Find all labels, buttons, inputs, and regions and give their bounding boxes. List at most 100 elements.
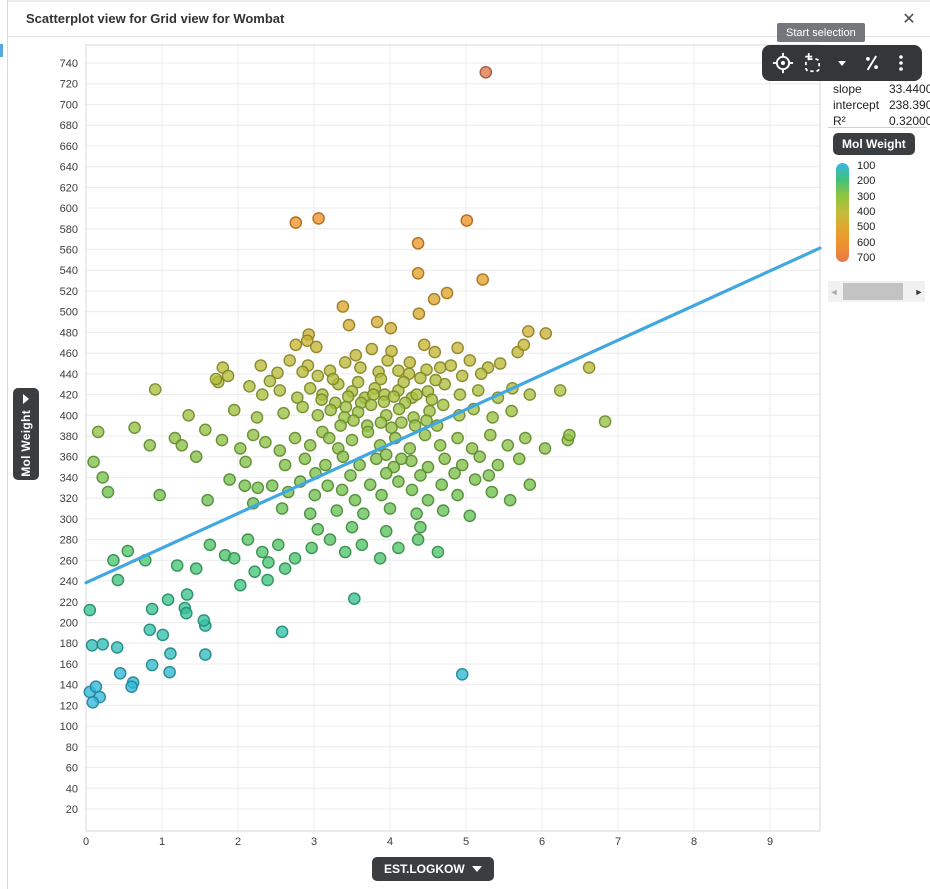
scatter-point[interactable]: [384, 503, 395, 514]
scatter-point[interactable]: [584, 362, 595, 373]
scatter-point[interactable]: [461, 215, 472, 226]
scatter-point[interactable]: [284, 355, 295, 366]
scatter-point[interactable]: [358, 508, 369, 519]
scatter-point[interactable]: [487, 412, 498, 423]
scatter-point[interactable]: [350, 350, 361, 361]
scatter-point[interactable]: [404, 357, 415, 368]
scatter-point[interactable]: [372, 316, 383, 327]
scatter-point[interactable]: [126, 681, 137, 692]
scatter-point[interactable]: [87, 697, 98, 708]
scatter-point[interactable]: [435, 440, 446, 451]
scatter-point[interactable]: [439, 453, 450, 464]
scatter-point[interactable]: [182, 589, 193, 600]
scatter-point[interactable]: [452, 433, 463, 444]
scatter-point[interactable]: [322, 480, 333, 491]
scatter-point[interactable]: [564, 429, 575, 440]
scatter-point[interactable]: [312, 370, 323, 381]
scatter-point[interactable]: [297, 401, 308, 412]
close-icon[interactable]: ✕: [898, 9, 920, 31]
scatter-point[interactable]: [413, 268, 424, 279]
scatter-point[interactable]: [274, 385, 285, 396]
scatter-point[interactable]: [485, 429, 496, 440]
scatter-point[interactable]: [349, 495, 360, 506]
scatter-point[interactable]: [280, 563, 291, 574]
scatter-point[interactable]: [257, 389, 268, 400]
scatter-point[interactable]: [144, 440, 155, 451]
scatter-point[interactable]: [426, 394, 437, 405]
scatter-point[interactable]: [413, 308, 424, 319]
scatter-point[interactable]: [172, 560, 183, 571]
scatter-point[interactable]: [335, 420, 346, 431]
scatter-point[interactable]: [473, 385, 484, 396]
scatter-point[interactable]: [144, 624, 155, 635]
scatter-point[interactable]: [483, 470, 494, 481]
scatter-point[interactable]: [346, 522, 357, 533]
scrollbar-track[interactable]: [840, 281, 913, 302]
scatter-point[interactable]: [324, 433, 335, 444]
scatter-point[interactable]: [422, 495, 433, 506]
scatter-point[interactable]: [477, 274, 488, 285]
scatter-point[interactable]: [191, 451, 202, 462]
target-icon[interactable]: [771, 51, 795, 75]
y-axis-button[interactable]: Mol Weight: [13, 388, 39, 480]
scatter-point[interactable]: [415, 470, 426, 481]
scatter-point[interactable]: [313, 213, 324, 224]
scatter-point[interactable]: [263, 557, 274, 568]
scatter-point[interactable]: [520, 433, 531, 444]
scatter-point[interactable]: [147, 659, 158, 670]
scatter-point[interactable]: [365, 399, 376, 410]
scatter-point[interactable]: [97, 472, 108, 483]
scatter-point[interactable]: [129, 422, 140, 433]
scatter-point[interactable]: [235, 580, 246, 591]
scatter-point[interactable]: [375, 553, 386, 564]
scatter-point[interactable]: [438, 505, 449, 516]
scatter-point[interactable]: [202, 495, 213, 506]
scatter-point[interactable]: [394, 404, 405, 415]
scatter-point[interactable]: [524, 389, 535, 400]
fit-line-icon[interactable]: [860, 51, 884, 75]
scatter-point[interactable]: [555, 385, 566, 396]
scatter-point[interactable]: [331, 505, 342, 516]
scatter-point[interactable]: [277, 626, 288, 637]
scatter-point[interactable]: [316, 394, 327, 405]
scatter-point[interactable]: [267, 480, 278, 491]
scatter-point[interactable]: [375, 417, 386, 428]
scatter-point[interactable]: [235, 443, 246, 454]
scatter-point[interactable]: [244, 381, 255, 392]
scatter-point[interactable]: [452, 490, 463, 501]
scatter-point[interactable]: [290, 339, 301, 350]
scatter-point[interactable]: [204, 539, 215, 550]
more-options-icon[interactable]: [889, 51, 913, 75]
scatter-point[interactable]: [200, 424, 211, 435]
scatter-point[interactable]: [386, 345, 397, 356]
scatter-point[interactable]: [280, 459, 291, 470]
scatter-point[interactable]: [495, 358, 506, 369]
scatter-point[interactable]: [436, 479, 447, 490]
scatter-point[interactable]: [97, 639, 108, 650]
scatter-point[interactable]: [343, 320, 354, 331]
scatter-point[interactable]: [356, 539, 367, 550]
scatter-point[interactable]: [388, 391, 399, 402]
scatter-point[interactable]: [415, 372, 426, 383]
scatter-point[interactable]: [115, 668, 126, 679]
scatter-point[interactable]: [157, 629, 168, 640]
scatter-point[interactable]: [393, 476, 404, 487]
scatter-point[interactable]: [340, 401, 351, 412]
scatter-point[interactable]: [470, 474, 481, 485]
scatter-point[interactable]: [419, 339, 430, 350]
scatter-point[interactable]: [337, 484, 348, 495]
scatter-point[interactable]: [262, 574, 273, 585]
scatter-point[interactable]: [353, 377, 364, 388]
scatter-point[interactable]: [404, 443, 415, 454]
scatter-point[interactable]: [312, 410, 323, 421]
scatter-point[interactable]: [290, 217, 301, 228]
scatter-point[interactable]: [306, 542, 317, 553]
scrollbar-thumb[interactable]: [843, 283, 903, 300]
scatter-point[interactable]: [457, 669, 468, 680]
scatter-point[interactable]: [112, 642, 123, 653]
scatter-point[interactable]: [343, 391, 354, 402]
scatter-point[interactable]: [312, 524, 323, 535]
scatter-point[interactable]: [381, 526, 392, 537]
scatter-point[interactable]: [147, 603, 158, 614]
scatter-point[interactable]: [239, 480, 250, 491]
